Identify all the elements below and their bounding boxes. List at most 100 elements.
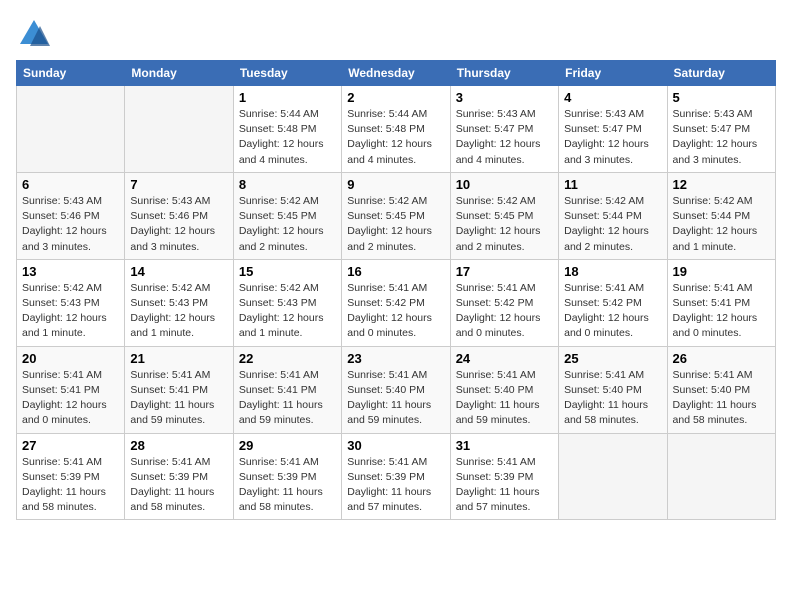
weekday-header-wednesday: Wednesday <box>342 61 450 86</box>
day-number: 10 <box>456 177 553 192</box>
day-info: Sunrise: 5:42 AM Sunset: 5:45 PM Dayligh… <box>456 194 553 255</box>
day-info: Sunrise: 5:42 AM Sunset: 5:43 PM Dayligh… <box>239 281 336 342</box>
calendar-cell: 27 Sunrise: 5:41 AM Sunset: 5:39 PM Dayli… <box>17 433 125 520</box>
day-info: Sunrise: 5:41 AM Sunset: 5:40 PM Dayligh… <box>673 368 770 429</box>
calendar-header-row: SundayMondayTuesdayWednesdayThursdayFrid… <box>17 61 776 86</box>
weekday-header-sunday: Sunday <box>17 61 125 86</box>
calendar-cell: 3 Sunrise: 5:43 AM Sunset: 5:47 PM Daylig… <box>450 86 558 173</box>
day-info: Sunrise: 5:42 AM Sunset: 5:43 PM Dayligh… <box>22 281 119 342</box>
calendar-cell: 30 Sunrise: 5:41 AM Sunset: 5:39 PM Dayli… <box>342 433 450 520</box>
calendar-cell: 18 Sunrise: 5:41 AM Sunset: 5:42 PM Dayli… <box>559 259 667 346</box>
day-number: 6 <box>22 177 119 192</box>
day-info: Sunrise: 5:43 AM Sunset: 5:46 PM Dayligh… <box>130 194 227 255</box>
calendar-cell: 24 Sunrise: 5:41 AM Sunset: 5:40 PM Dayli… <box>450 346 558 433</box>
weekday-header-friday: Friday <box>559 61 667 86</box>
day-info: Sunrise: 5:41 AM Sunset: 5:41 PM Dayligh… <box>22 368 119 429</box>
calendar-cell: 6 Sunrise: 5:43 AM Sunset: 5:46 PM Daylig… <box>17 172 125 259</box>
day-number: 21 <box>130 351 227 366</box>
day-number: 1 <box>239 90 336 105</box>
day-info: Sunrise: 5:43 AM Sunset: 5:47 PM Dayligh… <box>456 107 553 168</box>
header <box>16 16 776 52</box>
day-info: Sunrise: 5:41 AM Sunset: 5:41 PM Dayligh… <box>673 281 770 342</box>
day-info: Sunrise: 5:43 AM Sunset: 5:46 PM Dayligh… <box>22 194 119 255</box>
calendar-cell: 8 Sunrise: 5:42 AM Sunset: 5:45 PM Daylig… <box>233 172 341 259</box>
day-number: 19 <box>673 264 770 279</box>
day-info: Sunrise: 5:44 AM Sunset: 5:48 PM Dayligh… <box>239 107 336 168</box>
calendar-cell: 4Sunrise: 5:43 AM Sunset: 5:47 PM Daylig… <box>559 86 667 173</box>
weekday-header-tuesday: Tuesday <box>233 61 341 86</box>
day-info: Sunrise: 5:41 AM Sunset: 5:39 PM Dayligh… <box>130 455 227 516</box>
day-info: Sunrise: 5:42 AM Sunset: 5:45 PM Dayligh… <box>239 194 336 255</box>
calendar-cell: 12 Sunrise: 5:42 AM Sunset: 5:44 PM Dayli… <box>667 172 775 259</box>
day-number: 26 <box>673 351 770 366</box>
day-number: 14 <box>130 264 227 279</box>
calendar-cell: 29 Sunrise: 5:41 AM Sunset: 5:39 PM Dayli… <box>233 433 341 520</box>
calendar-table: SundayMondayTuesdayWednesdayThursdayFrid… <box>16 60 776 520</box>
day-number: 30 <box>347 438 444 453</box>
calendar-week-row: 6 Sunrise: 5:43 AM Sunset: 5:46 PM Daylig… <box>17 172 776 259</box>
calendar-cell <box>125 86 233 173</box>
calendar-cell <box>667 433 775 520</box>
calendar-cell: 10 Sunrise: 5:42 AM Sunset: 5:45 PM Dayli… <box>450 172 558 259</box>
calendar-cell: 28 Sunrise: 5:41 AM Sunset: 5:39 PM Dayli… <box>125 433 233 520</box>
calendar-cell: 23Sunrise: 5:41 AM Sunset: 5:40 PM Dayli… <box>342 346 450 433</box>
day-number: 4 <box>564 90 661 105</box>
calendar-week-row: 20Sunrise: 5:41 AM Sunset: 5:41 PM Dayli… <box>17 346 776 433</box>
day-number: 8 <box>239 177 336 192</box>
day-number: 18 <box>564 264 661 279</box>
day-number: 22 <box>239 351 336 366</box>
calendar-cell: 2 Sunrise: 5:44 AM Sunset: 5:48 PM Daylig… <box>342 86 450 173</box>
day-info: Sunrise: 5:41 AM Sunset: 5:39 PM Dayligh… <box>456 455 553 516</box>
day-number: 16 <box>347 264 444 279</box>
calendar-cell: 13 Sunrise: 5:42 AM Sunset: 5:43 PM Dayli… <box>17 259 125 346</box>
day-info: Sunrise: 5:43 AM Sunset: 5:47 PM Dayligh… <box>673 107 770 168</box>
day-info: Sunrise: 5:42 AM Sunset: 5:44 PM Dayligh… <box>564 194 661 255</box>
calendar-cell: 5 Sunrise: 5:43 AM Sunset: 5:47 PM Daylig… <box>667 86 775 173</box>
weekday-header-monday: Monday <box>125 61 233 86</box>
day-info: Sunrise: 5:42 AM Sunset: 5:43 PM Dayligh… <box>130 281 227 342</box>
weekday-header-saturday: Saturday <box>667 61 775 86</box>
day-info: Sunrise: 5:41 AM Sunset: 5:40 PM Dayligh… <box>347 368 444 429</box>
day-info: Sunrise: 5:41 AM Sunset: 5:40 PM Dayligh… <box>456 368 553 429</box>
day-number: 7 <box>130 177 227 192</box>
calendar-cell: 21 Sunrise: 5:41 AM Sunset: 5:41 PM Dayli… <box>125 346 233 433</box>
calendar-cell: 15 Sunrise: 5:42 AM Sunset: 5:43 PM Dayli… <box>233 259 341 346</box>
day-number: 13 <box>22 264 119 279</box>
day-number: 5 <box>673 90 770 105</box>
day-number: 29 <box>239 438 336 453</box>
day-info: Sunrise: 5:41 AM Sunset: 5:41 PM Dayligh… <box>239 368 336 429</box>
day-number: 3 <box>456 90 553 105</box>
day-info: Sunrise: 5:41 AM Sunset: 5:42 PM Dayligh… <box>564 281 661 342</box>
calendar-cell: 17 Sunrise: 5:41 AM Sunset: 5:42 PM Dayli… <box>450 259 558 346</box>
calendar-week-row: 27 Sunrise: 5:41 AM Sunset: 5:39 PM Dayli… <box>17 433 776 520</box>
day-info: Sunrise: 5:42 AM Sunset: 5:45 PM Dayligh… <box>347 194 444 255</box>
calendar-cell: 16 Sunrise: 5:41 AM Sunset: 5:42 PM Dayli… <box>342 259 450 346</box>
day-number: 31 <box>456 438 553 453</box>
calendar-cell: 26 Sunrise: 5:41 AM Sunset: 5:40 PM Dayli… <box>667 346 775 433</box>
day-number: 24 <box>456 351 553 366</box>
day-number: 28 <box>130 438 227 453</box>
day-info: Sunrise: 5:41 AM Sunset: 5:39 PM Dayligh… <box>22 455 119 516</box>
day-info: Sunrise: 5:42 AM Sunset: 5:44 PM Dayligh… <box>673 194 770 255</box>
calendar-cell: 20Sunrise: 5:41 AM Sunset: 5:41 PM Dayli… <box>17 346 125 433</box>
day-number: 15 <box>239 264 336 279</box>
day-info: Sunrise: 5:41 AM Sunset: 5:42 PM Dayligh… <box>456 281 553 342</box>
day-info: Sunrise: 5:44 AM Sunset: 5:48 PM Dayligh… <box>347 107 444 168</box>
logo <box>16 16 56 52</box>
day-number: 2 <box>347 90 444 105</box>
day-info: Sunrise: 5:41 AM Sunset: 5:39 PM Dayligh… <box>347 455 444 516</box>
day-info: Sunrise: 5:41 AM Sunset: 5:41 PM Dayligh… <box>130 368 227 429</box>
calendar-week-row: 1 Sunrise: 5:44 AM Sunset: 5:48 PM Daylig… <box>17 86 776 173</box>
calendar-cell <box>17 86 125 173</box>
calendar-cell <box>559 433 667 520</box>
calendar-week-row: 13 Sunrise: 5:42 AM Sunset: 5:43 PM Dayli… <box>17 259 776 346</box>
day-info: Sunrise: 5:41 AM Sunset: 5:42 PM Dayligh… <box>347 281 444 342</box>
day-info: Sunrise: 5:41 AM Sunset: 5:39 PM Dayligh… <box>239 455 336 516</box>
day-number: 11 <box>564 177 661 192</box>
calendar-cell: 11 Sunrise: 5:42 AM Sunset: 5:44 PM Dayli… <box>559 172 667 259</box>
day-number: 12 <box>673 177 770 192</box>
day-number: 17 <box>456 264 553 279</box>
calendar-cell: 9Sunrise: 5:42 AM Sunset: 5:45 PM Daylig… <box>342 172 450 259</box>
calendar-cell: 25Sunrise: 5:41 AM Sunset: 5:40 PM Dayli… <box>559 346 667 433</box>
day-number: 27 <box>22 438 119 453</box>
